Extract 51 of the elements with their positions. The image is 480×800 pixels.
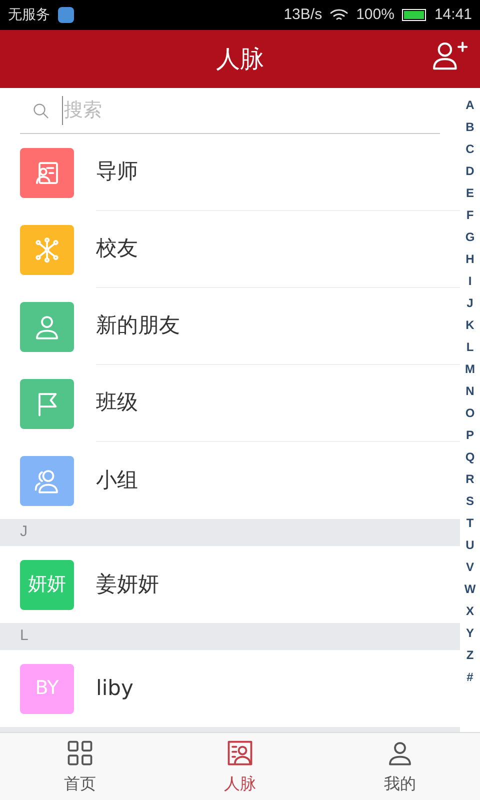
contact-name: 导师 bbox=[96, 158, 138, 186]
avatar-initials: BY bbox=[20, 664, 74, 714]
index-letter[interactable]: O bbox=[465, 402, 475, 424]
nav-tab[interactable]: 首页 bbox=[0, 733, 160, 800]
contact-name: 班级 bbox=[96, 389, 138, 416]
contact-name: 姜妍妍 bbox=[96, 570, 159, 598]
index-letter[interactable]: P bbox=[466, 424, 474, 446]
index-letter[interactable]: W bbox=[464, 578, 476, 600]
index-letter[interactable]: Q bbox=[465, 446, 475, 468]
index-letter[interactable]: M bbox=[465, 358, 475, 380]
index-letter[interactable]: # bbox=[466, 666, 474, 688]
index-letter[interactable]: C bbox=[466, 138, 474, 160]
index-letter[interactable]: H bbox=[466, 248, 474, 270]
index-letter[interactable]: Y bbox=[466, 622, 474, 644]
index-letter[interactable]: N bbox=[466, 380, 474, 402]
search-field[interactable]: 搜索 bbox=[62, 96, 428, 125]
index-letter[interactable]: X bbox=[466, 600, 474, 622]
nav-tab[interactable]: 我的 bbox=[320, 733, 480, 800]
index-letter[interactable]: G bbox=[465, 226, 475, 248]
clock-text: 14:41 bbox=[434, 4, 472, 25]
index-letter[interactable]: I bbox=[468, 270, 472, 292]
section-header: J bbox=[0, 519, 460, 546]
index-letter[interactable]: B bbox=[466, 116, 474, 138]
index-letter[interactable]: A bbox=[466, 94, 474, 116]
index-letter[interactable]: J bbox=[466, 292, 474, 314]
index-letter[interactable]: L bbox=[466, 336, 474, 358]
index-letter[interactable]: S bbox=[466, 490, 474, 512]
index-letter[interactable]: R bbox=[466, 468, 474, 490]
network-speed-text: 13B/s bbox=[284, 4, 322, 25]
index-letter[interactable]: V bbox=[466, 556, 474, 578]
avatar-initials: 妍妍 bbox=[20, 560, 74, 610]
app-icon bbox=[58, 7, 74, 23]
index-letter[interactable]: F bbox=[466, 204, 474, 226]
contact-name: 校友 bbox=[96, 235, 138, 262]
contact-name: 新的朋友 bbox=[96, 312, 180, 340]
index-letter[interactable]: T bbox=[466, 512, 474, 534]
search-icon bbox=[32, 102, 50, 120]
nav-tab[interactable]: 人脉 bbox=[160, 733, 320, 800]
contact-name: 小组 bbox=[96, 466, 138, 494]
battery-percent-text: 100% bbox=[356, 4, 394, 25]
index-letter[interactable]: Z bbox=[466, 644, 474, 666]
section-header: L bbox=[0, 623, 460, 650]
page-title: 人脉 bbox=[216, 44, 264, 75]
index-letter[interactable]: U bbox=[466, 534, 474, 556]
index-letter[interactable]: D bbox=[466, 160, 474, 182]
index-letter[interactable]: K bbox=[466, 314, 474, 336]
battery-icon bbox=[402, 9, 426, 21]
contact-name: liby bbox=[96, 674, 134, 702]
index-letter[interactable]: E bbox=[466, 182, 474, 204]
wifi-icon bbox=[330, 8, 348, 22]
carrier-text: 无服务 bbox=[8, 6, 50, 24]
